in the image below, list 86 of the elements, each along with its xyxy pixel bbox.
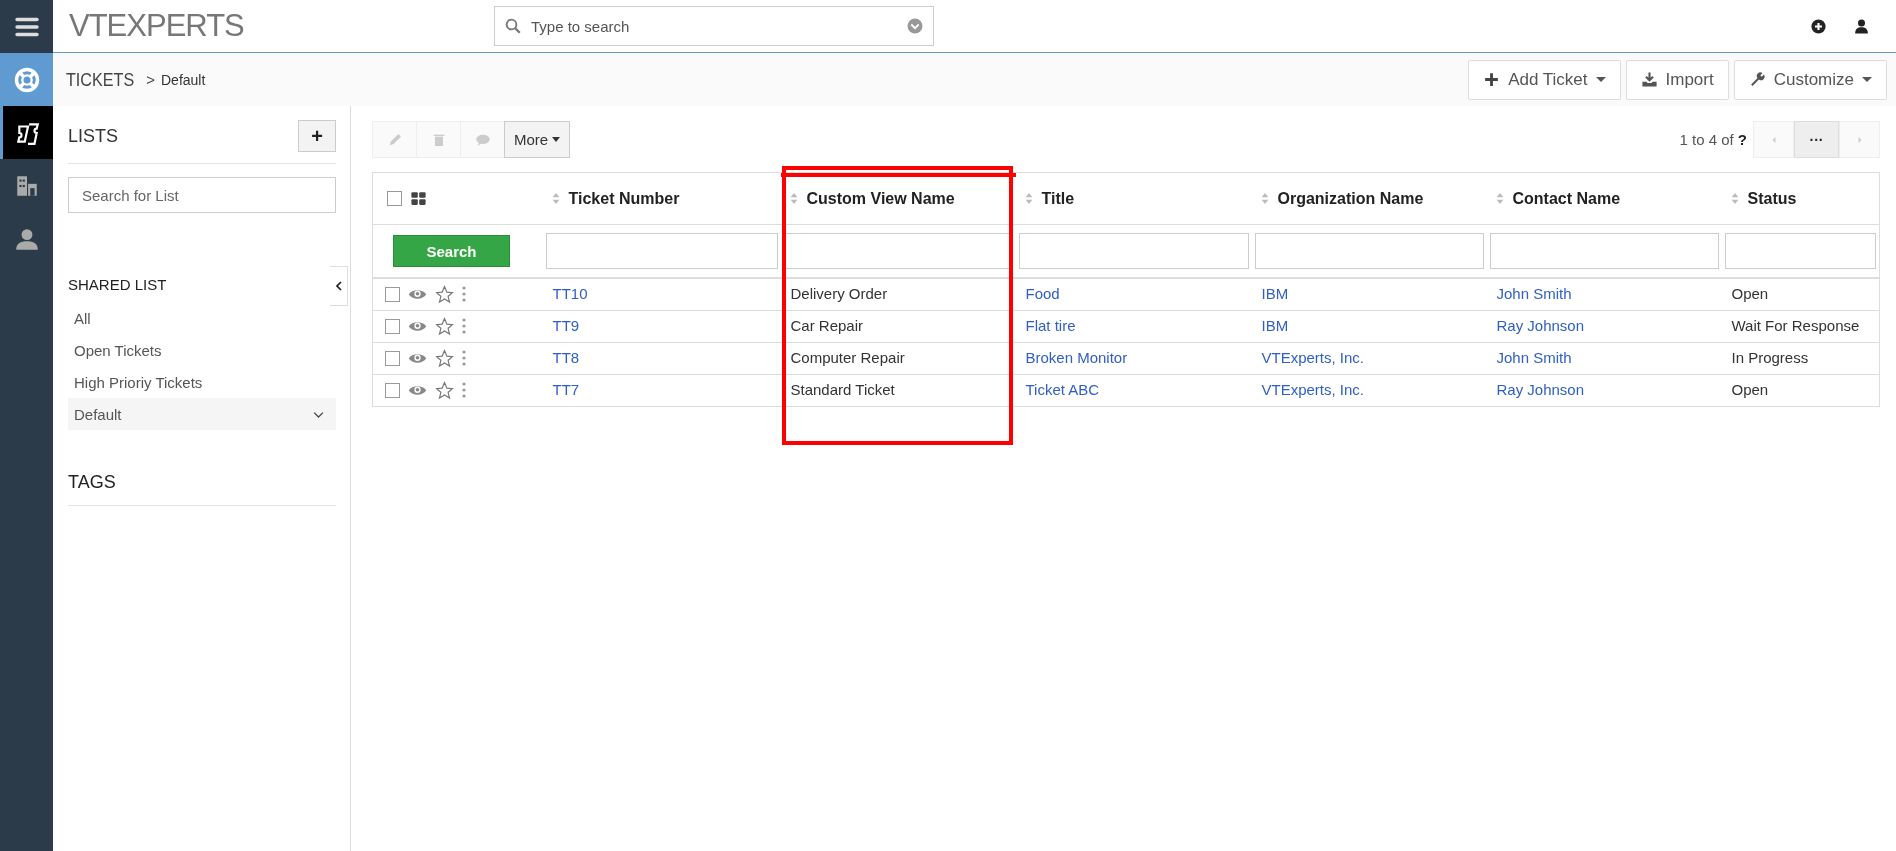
filter-field[interactable]	[1018, 233, 1249, 269]
customize-button[interactable]: Customize	[1733, 59, 1887, 100]
table-cell: Car Repair	[790, 317, 864, 334]
add-button[interactable]: Add Ticket	[1468, 59, 1621, 100]
table-cell: Computer Repair	[790, 349, 905, 366]
sort-icon[interactable]	[1729, 192, 1740, 205]
page-range: 1 to 4 of ?	[1679, 131, 1747, 148]
caret-icon	[1862, 77, 1872, 82]
table-cell: Standard Ticket	[790, 381, 895, 398]
star-icon[interactable]	[435, 284, 454, 304]
search-field[interactable]: Type to search	[494, 6, 934, 46]
column-header[interactable]: Organization Name	[1277, 189, 1424, 208]
column-header[interactable]: Status	[1747, 189, 1797, 208]
sort-icon[interactable]	[1494, 192, 1505, 205]
table-link[interactable]: VTExperts, Inc.	[1261, 381, 1365, 398]
table-link[interactable]: IBM	[1261, 285, 1289, 303]
shared-list-heading: SHARED LIST	[68, 276, 168, 293]
grid-icon[interactable]	[410, 190, 427, 207]
search-icon	[504, 17, 522, 35]
row-checkbox[interactable]	[385, 318, 400, 334]
sort-icon[interactable]	[788, 192, 799, 205]
lists-heading: LISTS	[68, 125, 119, 147]
caret-icon	[552, 137, 561, 142]
tags-heading: TAGS	[68, 472, 336, 506]
list-item[interactable]: All	[68, 302, 336, 334]
more-vertical-icon[interactable]	[462, 286, 466, 303]
table-link[interactable]: Broken Monitor	[1025, 349, 1128, 366]
wrench-icon	[1748, 71, 1766, 88]
add-icon[interactable]	[1810, 17, 1827, 35]
more-button[interactable]: More	[504, 121, 571, 158]
table-link[interactable]: TT9	[552, 317, 580, 334]
sort-icon[interactable]	[550, 192, 561, 205]
caret-icon	[1595, 77, 1606, 82]
table-cell: In Progress	[1731, 349, 1809, 366]
row-checkbox[interactable]	[385, 350, 400, 366]
table-link[interactable]: Flat tire	[1025, 317, 1076, 334]
logo[interactable]: VTEXPERTS	[69, 8, 494, 44]
list-item[interactable]: Open Tickets	[68, 334, 336, 366]
column-header[interactable]: Title	[1041, 189, 1075, 208]
table-link[interactable]: IBM	[1261, 317, 1289, 334]
list-item[interactable]: High Prioriy Tickets	[68, 366, 336, 398]
filter-field[interactable]	[1254, 233, 1484, 269]
table-link[interactable]: TT10	[552, 285, 588, 303]
row-checkbox[interactable]	[385, 286, 400, 302]
table-link[interactable]: Ray Johnson	[1496, 317, 1585, 334]
sort-icon[interactable]	[1023, 192, 1034, 205]
column-header[interactable]: Ticket Number	[568, 189, 680, 208]
plus-icon	[1483, 71, 1501, 88]
table-link[interactable]: Food	[1025, 285, 1060, 303]
filter-field[interactable]	[545, 233, 778, 269]
filter-field[interactable]	[1724, 233, 1876, 269]
star-icon[interactable]	[435, 380, 454, 400]
table-link[interactable]: TT8	[552, 349, 580, 366]
table-link[interactable]: VTExperts, Inc.	[1261, 349, 1365, 366]
add-list-button[interactable]: +	[298, 120, 336, 152]
table-cell: Open	[1731, 285, 1769, 303]
column-header[interactable]: Custom View Name	[806, 189, 955, 208]
row-checkbox[interactable]	[385, 382, 400, 398]
module-title[interactable]: TICKETS	[66, 68, 135, 91]
list-item[interactable]: Default	[68, 398, 336, 430]
star-icon[interactable]	[435, 348, 454, 368]
modules-icon[interactable]	[12, 65, 41, 94]
sort-icon[interactable]	[1259, 192, 1270, 205]
import-button[interactable]: Import	[1625, 59, 1729, 100]
table-link[interactable]: Ticket ABC	[1025, 381, 1100, 398]
more-vertical-icon[interactable]	[462, 350, 466, 366]
page-more-button[interactable]: ···	[1794, 121, 1839, 158]
download-tray-icon	[1640, 71, 1658, 88]
filter-field[interactable]	[1489, 233, 1719, 269]
column-header[interactable]: Contact Name	[1512, 189, 1621, 208]
list-search-field[interactable]: Search for List	[68, 177, 336, 213]
breadcrumb-separator: >	[146, 71, 155, 88]
select-all-checkbox[interactable]	[387, 191, 402, 206]
table-link[interactable]: Ray Johnson	[1496, 381, 1585, 398]
table-cell: Wait For Response	[1731, 317, 1860, 334]
table-cell: Delivery Order	[790, 285, 888, 303]
breadcrumb-view: Default	[161, 71, 206, 88]
more-vertical-icon[interactable]	[462, 382, 466, 398]
chevron-circle-icon[interactable]	[906, 17, 924, 35]
star-icon[interactable]	[435, 316, 454, 336]
table-cell: Open	[1731, 381, 1769, 398]
table-link[interactable]: John Smith	[1496, 349, 1572, 366]
table-link[interactable]: TT7	[552, 381, 580, 398]
user-icon[interactable]	[1853, 17, 1870, 35]
table-link[interactable]: John Smith	[1496, 285, 1572, 303]
more-vertical-icon[interactable]	[462, 318, 466, 334]
